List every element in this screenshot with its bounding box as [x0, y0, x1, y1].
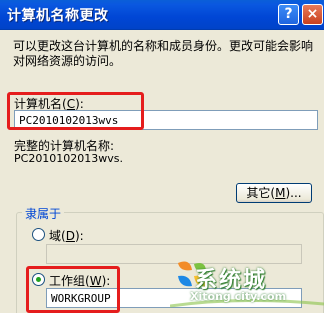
domain-radio[interactable]	[32, 228, 45, 241]
close-icon: ×	[306, 6, 319, 22]
help-button[interactable]: ?	[278, 4, 299, 25]
member-of-label: 隶属于	[22, 205, 65, 222]
title-bar[interactable]: 计算机名称更改 ? ×	[0, 0, 324, 30]
window-title: 计算机名称更改	[7, 8, 109, 24]
domain-label: 域(D):	[49, 229, 84, 243]
full-name-value: PC2010102013wvs.	[14, 152, 124, 165]
more-button[interactable]: 其它(M)...	[236, 183, 312, 203]
highlight-box-computer-name	[7, 92, 144, 130]
highlight-box-workgroup	[26, 266, 120, 313]
watermark-subtext: Xitong city.com	[190, 290, 287, 303]
description-text: 可以更改这台计算机的名称和成员身份。更改可能会影响对网络资源的访问。	[13, 39, 314, 68]
help-icon: ?	[284, 6, 293, 22]
close-button[interactable]: ×	[302, 4, 323, 25]
